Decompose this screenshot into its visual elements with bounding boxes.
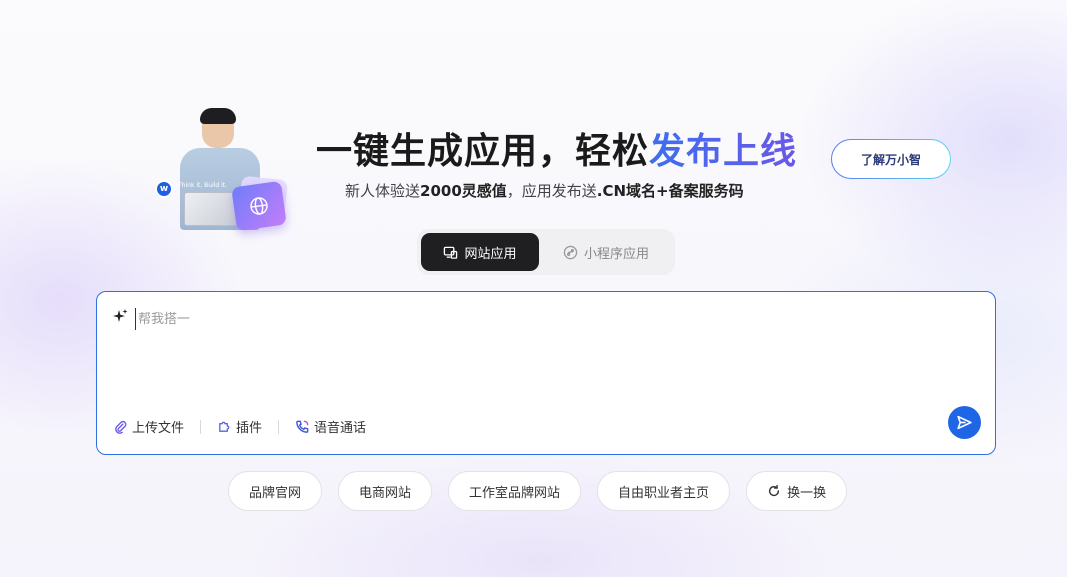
suggestion-chip[interactable]: 电商网站 [338, 471, 433, 511]
plugin-label: 插件 [236, 421, 263, 436]
page-subtitle: 新人体验送2000灵感值，应用发布送.CN域名+备案服务码 [345, 180, 744, 201]
suggestion-chips: 品牌官网 电商网站 工作室品牌网站 自由职业者主页 换一换 [228, 471, 848, 511]
refresh-icon [769, 484, 780, 497]
upload-file-label: 上传文件 [132, 421, 185, 436]
subtitle-domain: .CN域名+备案服务码 [596, 182, 744, 200]
learn-more-button[interactable]: 了解万小智 [831, 139, 951, 179]
refresh-suggestions-button[interactable]: 换一换 [746, 471, 848, 511]
person-hair [200, 108, 236, 124]
toolbar-divider [200, 419, 202, 434]
prompt-input[interactable] [135, 308, 955, 330]
refresh-label: 换一换 [787, 485, 827, 501]
subtitle-mid: ，应用发布送 [506, 182, 597, 200]
sparkle-icon [113, 309, 128, 322]
title-accent: 发布上线 [649, 131, 798, 172]
title-main: 一键生成应用，轻松 [316, 131, 650, 172]
upload-file-button[interactable]: 上传文件 [113, 417, 184, 436]
website-icon [444, 246, 458, 259]
brand-logo-icon: w [155, 180, 173, 198]
laptop-caption: Think it, Build it. [178, 182, 228, 189]
suggestion-chip[interactable]: 工作室品牌网站 [448, 471, 582, 511]
plugin-icon [219, 421, 230, 432]
tab-miniprogram-app[interactable]: 小程序应用 [541, 233, 671, 271]
send-button[interactable] [948, 406, 981, 439]
globe-icon [250, 197, 268, 215]
subtitle-prefix: 新人体验送 [345, 182, 421, 200]
paperclip-icon [115, 420, 127, 434]
voice-call-label: 语音通话 [314, 421, 367, 436]
miniprogram-icon [563, 245, 578, 259]
prompt-toolbar: 上传文件 插件 语音通话 [113, 417, 366, 436]
toolbar-divider [278, 419, 280, 434]
hero-illustration: Think it, Build it. w [152, 106, 292, 232]
app-type-tabs: 网站应用 小程序应用 [417, 229, 675, 275]
prompt-box: 上传文件 插件 语音通话 [96, 291, 996, 455]
voice-call-button[interactable]: 语音通话 [295, 417, 366, 436]
page-title: 一键生成应用，轻松发布上线 [316, 122, 796, 174]
tab-label: 小程序应用 [583, 246, 649, 262]
plugin-button[interactable]: 插件 [217, 417, 262, 436]
subtitle-bonus: 2000灵感值 [420, 182, 507, 200]
globe-card [231, 180, 287, 232]
suggestion-chip[interactable]: 自由职业者主页 [597, 471, 731, 511]
tab-label: 网站应用 [464, 246, 517, 262]
phone-icon [296, 420, 309, 433]
tab-website-app[interactable]: 网站应用 [421, 233, 539, 271]
suggestion-chip[interactable]: 品牌官网 [228, 471, 323, 511]
send-icon [957, 415, 972, 430]
